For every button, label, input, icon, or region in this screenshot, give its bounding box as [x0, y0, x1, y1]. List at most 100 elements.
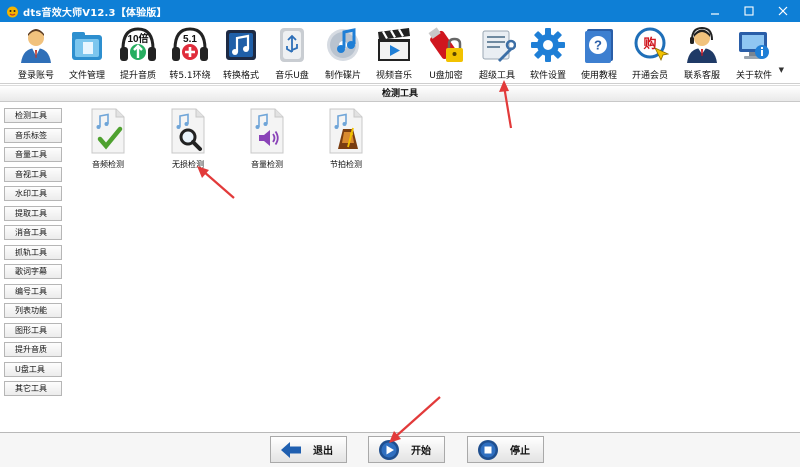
usb-drive-icon	[272, 25, 312, 65]
toolbar-file-manager-button[interactable]: 文件管理	[61, 22, 113, 84]
tool-volume-check[interactable]: 音量检测	[234, 107, 300, 175]
tool-label: 音量检测	[251, 160, 283, 169]
tool-label: 节拍检测	[330, 160, 362, 169]
toolbar-label: 制作碟片	[324, 71, 361, 81]
sidebar-item-music-tags[interactable]: 音乐标签	[4, 127, 62, 143]
music-note-convert-icon	[221, 25, 261, 65]
sidebar-item-other-tools[interactable]: 其它工具	[4, 381, 62, 396]
toolbar-usb-encrypt-button[interactable]: U盘加密	[420, 22, 472, 84]
sidebar-item-lyrics-subtitles[interactable]: 歌词字幕	[4, 264, 62, 279]
tool-grid: 音频检测 无损检测 音量检测 节拍检测	[70, 103, 798, 433]
toolbar-label: 开通会员	[631, 71, 668, 81]
title-bar: dts音效大师V12.3【体验版】	[0, 0, 800, 22]
window-title: dts音效大师V12.3【体验版】	[23, 7, 167, 19]
toolbar-label: 关于软件	[735, 71, 772, 81]
gear-icon	[528, 25, 568, 65]
toolbar-support-button[interactable]: 联系客服	[676, 22, 728, 84]
user-login-icon	[16, 25, 56, 65]
sidebar-item-list-functions[interactable]: 列表功能	[4, 303, 62, 318]
section-title: 检测工具	[0, 85, 800, 102]
toolbar-label: 文件管理	[68, 71, 105, 81]
sidebar-item-vocal-remove-tools[interactable]: 消音工具	[4, 225, 62, 240]
toolbar-burn-disc-button[interactable]: 制作碟片	[317, 22, 369, 84]
svg-text:购: 购	[643, 36, 656, 52]
sidebar-item-watermark-tools[interactable]: 水印工具	[4, 186, 62, 201]
toolbar-label: U盘加密	[429, 71, 463, 81]
svg-text:?: ?	[594, 38, 602, 53]
volume-check-icon	[250, 108, 284, 154]
toolbar-enhance-quality-button[interactable]: 10倍 提升音质	[112, 22, 164, 84]
minimize-button[interactable]	[698, 0, 732, 22]
toolbar-label: 音乐U盘	[275, 71, 309, 81]
sidebar: 检测工具 音乐标签 音量工具 音视工具 水印工具 提取工具 消音工具 抓轨工具 …	[4, 108, 62, 401]
toolbar-label: 软件设置	[529, 71, 566, 81]
sidebar-item-av-tools[interactable]: 音视工具	[4, 166, 62, 182]
exit-button[interactable]: 退出	[270, 436, 347, 463]
maximize-button[interactable]	[732, 0, 766, 22]
toolbar-music-usb-button[interactable]: 音乐U盘	[266, 22, 318, 84]
toolbar-vip-button[interactable]: 购 开通会员	[624, 22, 676, 84]
toolbar-label: 使用教程	[580, 71, 617, 81]
close-button[interactable]	[766, 0, 800, 22]
toolbar-label: 联系客服	[683, 71, 720, 81]
sidebar-item-graphics-tools[interactable]: 图形工具	[4, 322, 62, 338]
toolbar-label: 转5.1环绕	[169, 71, 211, 81]
toolbar-super-tools-button[interactable]: 超级工具	[471, 22, 523, 84]
sidebar-item-extract-tools[interactable]: 提取工具	[4, 205, 62, 221]
minimize-icon	[711, 13, 719, 15]
arrow-left-icon	[279, 438, 303, 462]
sidebar-item-enhance-quality[interactable]: 提升音质	[4, 342, 62, 357]
main-toolbar: 登录账号 文件管理 10倍 提升音质 5.1 转5.1环绕 转换格式 音乐U盘	[0, 22, 800, 84]
beat-check-icon	[329, 108, 363, 154]
sidebar-item-rip-tools[interactable]: 抓轨工具	[4, 244, 62, 260]
computer-about-icon	[734, 25, 774, 65]
toolbar-settings-button[interactable]: 软件设置	[522, 22, 574, 84]
customer-service-icon	[682, 25, 722, 65]
tool-lossless-check[interactable]: 无损检测	[155, 107, 221, 175]
headphones-51-icon: 5.1	[170, 25, 210, 65]
toolbar-label: 视频音乐	[375, 71, 412, 81]
toolbar-label: 超级工具	[478, 71, 515, 81]
sidebar-item-detect-tools[interactable]: 检测工具	[4, 108, 62, 123]
tool-audio-check[interactable]: 音频检测	[75, 107, 141, 175]
start-button[interactable]: 开始	[368, 436, 445, 463]
sidebar-item-numbering-tools[interactable]: 编号工具	[4, 283, 62, 299]
svg-text:10倍: 10倍	[127, 32, 148, 45]
app-logo-icon	[5, 4, 19, 18]
stop-icon	[476, 438, 500, 462]
toolbar-label: 转换格式	[222, 71, 259, 81]
sidebar-item-usb-tools[interactable]: U盘工具	[4, 361, 62, 377]
toolbox-icon	[477, 25, 517, 65]
play-icon	[377, 438, 401, 462]
toolbar-tutorial-button[interactable]: ? 使用教程	[573, 22, 625, 84]
cd-music-icon	[323, 25, 363, 65]
exit-label: 退出	[313, 446, 333, 457]
tool-label: 无损检测	[172, 160, 204, 169]
toolbar-overflow-chevron-icon[interactable]: ▼	[779, 66, 784, 74]
buy-vip-icon: 购	[630, 25, 670, 65]
stop-label: 停止	[510, 446, 530, 457]
lossless-check-icon	[171, 108, 205, 154]
toolbar-label: 登录账号	[17, 71, 54, 81]
start-label: 开始	[411, 446, 431, 457]
folder-icon	[67, 25, 107, 65]
usb-lock-icon	[426, 25, 466, 65]
audio-check-icon	[91, 108, 125, 154]
tool-label: 音频检测	[92, 160, 124, 169]
toolbar-label: 提升音质	[119, 71, 156, 81]
close-icon	[778, 6, 788, 16]
svg-text:5.1: 5.1	[183, 34, 197, 45]
toolbar-convert-format-button[interactable]: 转换格式	[215, 22, 267, 84]
sidebar-item-volume-tools[interactable]: 音量工具	[4, 147, 62, 162]
stop-button[interactable]: 停止	[467, 436, 544, 463]
headphones-10x-icon: 10倍	[118, 25, 158, 65]
maximize-icon	[744, 6, 754, 16]
toolbar-login-button[interactable]: 登录账号	[10, 22, 62, 84]
toolbar-surround-51-button[interactable]: 5.1 转5.1环绕	[164, 22, 216, 84]
help-book-icon: ?	[579, 25, 619, 65]
tool-beat-check[interactable]: 节拍检测	[313, 107, 379, 175]
toolbar-about-button[interactable]: 关于软件	[728, 22, 780, 84]
action-bar: 退出 开始 停止	[0, 432, 800, 467]
toolbar-video-music-button[interactable]: 视频音乐	[368, 22, 420, 84]
clapperboard-icon	[374, 25, 414, 65]
